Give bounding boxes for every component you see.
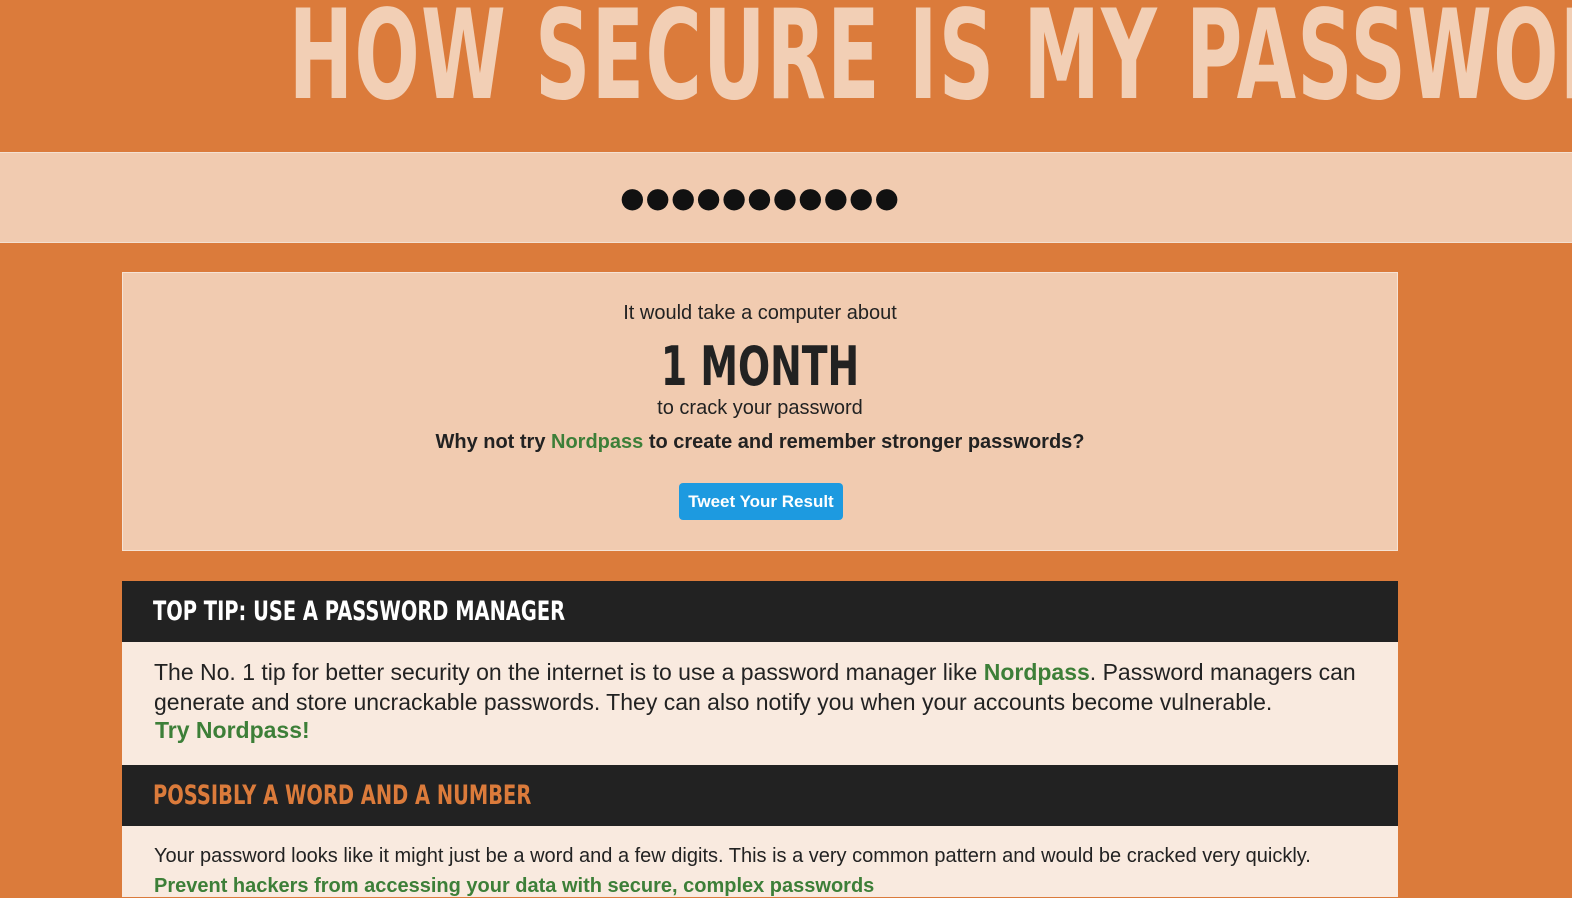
top-tip-text-prefix: The No. 1 tip for better security on the…: [154, 659, 984, 685]
page-header: HOW SECURE IS MY PASSWORD?: [0, 0, 1572, 152]
top-tip-header: TOP TIP: USE A PASSWORD MANAGER: [122, 581, 1398, 642]
tweet-result-button[interactable]: Tweet Your Result: [679, 483, 843, 520]
try-nordpass-link[interactable]: Try Nordpass!: [155, 717, 310, 744]
password-input[interactable]: [0, 153, 1520, 242]
top-tip-body: The No. 1 tip for better security on the…: [122, 642, 1398, 765]
page-title: HOW SECURE IS MY PASSWORD?: [288, 0, 1572, 128]
prevent-hackers-link[interactable]: Prevent hackers from accessing your data…: [154, 875, 874, 898]
pattern-text: Your password looks like it might just b…: [154, 845, 1311, 867]
suggestion-suffix: to create and remember stronger password…: [643, 431, 1085, 453]
crack-time-value: 1 MONTH: [660, 335, 860, 398]
top-tip-heading: TOP TIP: USE A PASSWORD MANAGER: [153, 596, 566, 627]
password-band: [0, 152, 1572, 243]
nordpass-inline-link[interactable]: Nordpass: [984, 659, 1090, 685]
suggestion-prefix: Why not try: [435, 431, 552, 453]
pattern-heading: POSSIBLY A WORD AND A NUMBER: [153, 780, 532, 811]
nordpass-suggestion: Why not try Nordpass to create and remem…: [123, 431, 1397, 454]
crack-time-outro: to crack your password: [657, 397, 863, 419]
nordpass-link[interactable]: Nordpass: [551, 431, 643, 453]
result-box: It would take a computer about 1 MONTH t…: [122, 272, 1398, 551]
pattern-header: POSSIBLY A WORD AND A NUMBER: [122, 765, 1398, 826]
crack-time-intro: It would take a computer about: [623, 302, 897, 324]
pattern-body: Your password looks like it might just b…: [122, 826, 1398, 897]
top-tip-text: The No. 1 tip for better security on the…: [154, 657, 1374, 717]
